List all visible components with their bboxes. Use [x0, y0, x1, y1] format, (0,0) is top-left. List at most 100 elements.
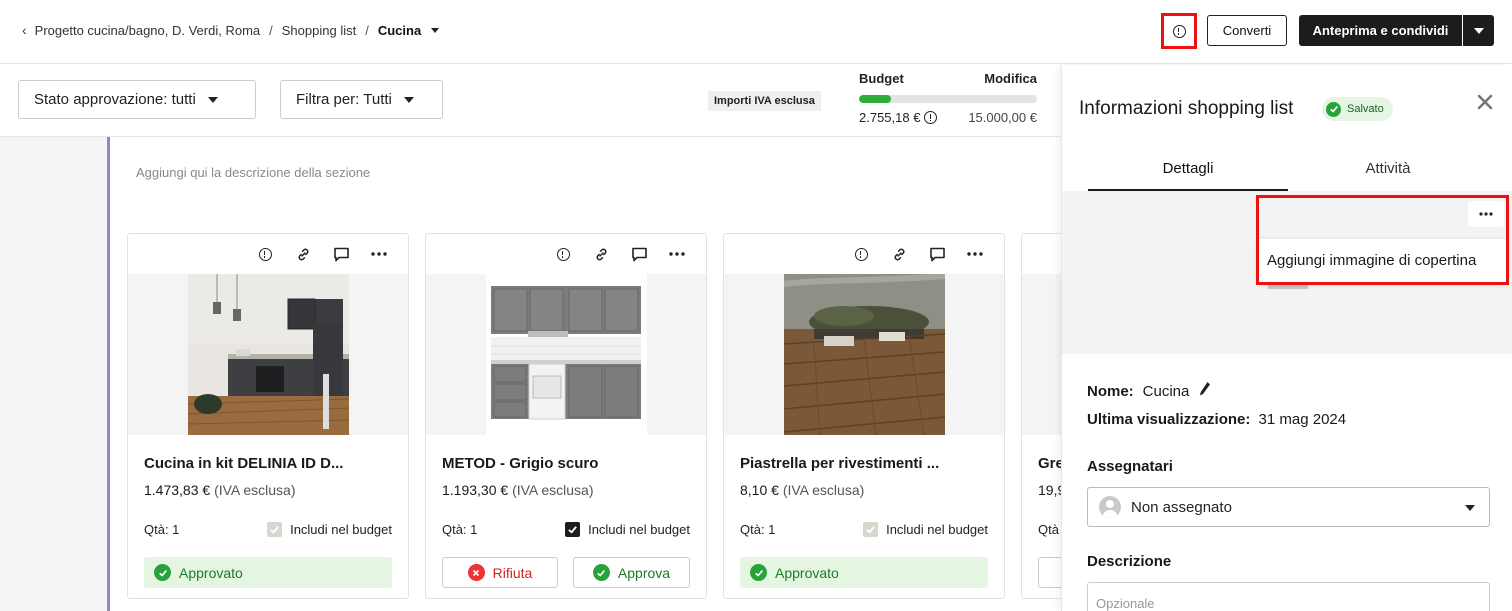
reject-button[interactable] — [1038, 557, 1061, 588]
info-icon[interactable] — [924, 111, 938, 124]
chevron-down-icon — [207, 96, 218, 103]
include-in-budget-label: Includi nel budget — [588, 522, 690, 537]
product-card[interactable]: Piastrella per rivestimenti ... 8,10 € (… — [723, 233, 1005, 599]
product-price: 1.473,83 € (IVA esclusa) — [144, 482, 296, 498]
more-options-icon[interactable] — [360, 244, 398, 264]
product-title[interactable]: Piastrella per rivestimenti ... — [740, 455, 939, 472]
include-in-budget-toggle[interactable]: Includi nel budget — [267, 522, 392, 537]
approved-status-badge: Approvato — [740, 557, 988, 588]
product-card[interactable]: METOD - Grigio scuro 1.193,30 € (IVA esc… — [425, 233, 707, 599]
check-circle-icon — [592, 564, 610, 581]
product-card[interactable]: Gre 19,9 Qtà — [1021, 233, 1061, 599]
product-card[interactable]: Cucina in kit DELINIA ID D... 1.473,83 €… — [127, 233, 409, 599]
budget-progress-fill — [859, 95, 892, 103]
breadcrumb: ‹ Progetto cucina/bagno, D. Verdi, Roma … — [22, 22, 440, 38]
vat-note: (IVA esclusa) — [512, 482, 594, 498]
include-in-budget-toggle[interactable]: Includi nel budget — [565, 522, 690, 537]
price-value: 8,10 € — [740, 482, 779, 498]
link-icon[interactable] — [582, 244, 620, 264]
breadcrumb-separator: / — [269, 22, 273, 38]
filter-by-dropdown[interactable]: Filtra per: Tutti — [280, 80, 443, 119]
vat-excluded-badge: Importi IVA esclusa — [708, 91, 821, 111]
budget-limit: 15.000,00 € — [968, 110, 1037, 125]
back-chevron-icon[interactable]: ‹ — [22, 22, 27, 38]
budget-widget: Budget Modifica 2.755,18 € 15.000,00 € — [859, 71, 1037, 125]
price-value: 1.473,83 € — [144, 482, 211, 498]
breadcrumb-shopping-list[interactable]: Shopping list — [282, 23, 356, 38]
filter-by-label: Filtra per: Tutti — [296, 91, 392, 108]
product-image-wood-tile[interactable] — [784, 274, 945, 435]
close-icon[interactable] — [1474, 91, 1496, 113]
product-price: 1.193,30 € (IVA esclusa) — [442, 482, 594, 498]
assignee-select[interactable]: Non assegnato — [1087, 487, 1490, 527]
last-view-label: Ultima visualizzazione: — [1087, 411, 1251, 428]
product-price: 8,10 € (IVA esclusa) — [740, 482, 864, 498]
approved-status-label: Approvato — [775, 564, 839, 581]
price-value: 1.193,30 € — [442, 482, 509, 498]
left-gutter — [0, 137, 107, 611]
name-row: Nome: Cucina — [1087, 381, 1211, 401]
top-bar: ‹ Progetto cucina/bagno, D. Verdi, Roma … — [0, 0, 1512, 64]
last-view-row: Ultima visualizzazione: 31 mag 2024 — [1087, 411, 1346, 428]
quantity[interactable]: Qtà: 1 — [442, 522, 477, 537]
product-title[interactable]: Gre — [1038, 455, 1061, 472]
price-value: 19,9 — [1038, 482, 1061, 498]
checkbox-checked-icon[interactable] — [565, 522, 581, 537]
product-image-area — [1022, 274, 1061, 435]
approved-status-badge: Approvato — [144, 557, 392, 588]
section-description-placeholder[interactable]: Aggiungi qui la descrizione della sezion… — [136, 165, 370, 180]
comment-icon[interactable] — [620, 244, 658, 264]
vat-note: (IVA esclusa) — [782, 482, 865, 498]
info-icon[interactable] — [842, 244, 880, 264]
breadcrumb-project[interactable]: Progetto cucina/bagno, D. Verdi, Roma — [35, 23, 260, 38]
reject-label: Rifiuta — [492, 564, 533, 581]
more-options-icon[interactable] — [956, 244, 994, 264]
checkbox-checked-icon[interactable] — [267, 522, 283, 537]
saved-label: Salvato — [1347, 103, 1384, 115]
quantity[interactable]: Qtà — [1038, 522, 1059, 537]
info-icon[interactable] — [544, 244, 582, 264]
approval-status-label: Stato approvazione: tutti — [34, 91, 196, 108]
section-content: Aggiungi qui la descrizione della sezion… — [0, 137, 1061, 611]
info-button[interactable] — [1161, 13, 1197, 49]
checkbox-checked-icon[interactable] — [863, 522, 879, 537]
preview-share-button[interactable]: Anteprima e condividi — [1299, 15, 1462, 46]
approve-button[interactable]: Approva — [573, 557, 690, 588]
info-icon[interactable] — [246, 244, 284, 264]
comment-icon[interactable] — [322, 244, 360, 264]
include-in-budget-toggle[interactable]: Includi nel budget — [863, 522, 988, 537]
chevron-down-icon — [1473, 27, 1484, 34]
breadcrumb-current[interactable]: Cucina — [378, 23, 421, 38]
link-icon[interactable] — [284, 244, 322, 264]
include-in-budget-label: Includi nel budget — [290, 522, 392, 537]
convert-button[interactable]: Converti — [1207, 15, 1287, 46]
tab-activity[interactable]: Attività — [1288, 157, 1488, 191]
tab-details[interactable]: Dettagli — [1088, 157, 1288, 191]
budget-edit-link[interactable]: Modifica — [984, 71, 1037, 86]
description-input[interactable]: Opzionale — [1087, 582, 1490, 611]
more-options-icon[interactable] — [658, 244, 696, 264]
approve-label: Approva — [617, 564, 671, 581]
preview-share-menu-button[interactable] — [1463, 15, 1494, 46]
product-image-kitchen-black[interactable] — [188, 274, 349, 435]
approved-status-label: Approvato — [179, 564, 243, 581]
check-circle-icon — [1326, 101, 1341, 117]
product-title[interactable]: METOD - Grigio scuro — [442, 455, 598, 472]
avatar-icon — [1099, 496, 1121, 518]
saved-status-badge: Salvato — [1322, 97, 1393, 121]
comment-icon[interactable] — [918, 244, 956, 264]
link-icon[interactable] — [880, 244, 918, 264]
product-image-kitchen-grey[interactable] — [486, 274, 647, 435]
description-label: Descrizione — [1087, 553, 1172, 570]
approval-status-dropdown[interactable]: Stato approvazione: tutti — [18, 80, 256, 119]
edit-pencil-icon[interactable] — [1199, 381, 1211, 401]
product-title[interactable]: Cucina in kit DELINIA ID D... — [144, 455, 343, 472]
product-image-area — [128, 274, 408, 435]
reject-button[interactable]: Rifiuta — [442, 557, 558, 588]
vat-note: (IVA esclusa) — [214, 482, 296, 498]
chevron-down-icon[interactable] — [431, 27, 440, 33]
shopping-list-info-panel: Informazioni shopping list Salvato Detta… — [1061, 65, 1512, 611]
quantity[interactable]: Qtà: 1 — [740, 522, 775, 537]
name-value: Cucina — [1142, 382, 1190, 400]
quantity[interactable]: Qtà: 1 — [144, 522, 179, 537]
